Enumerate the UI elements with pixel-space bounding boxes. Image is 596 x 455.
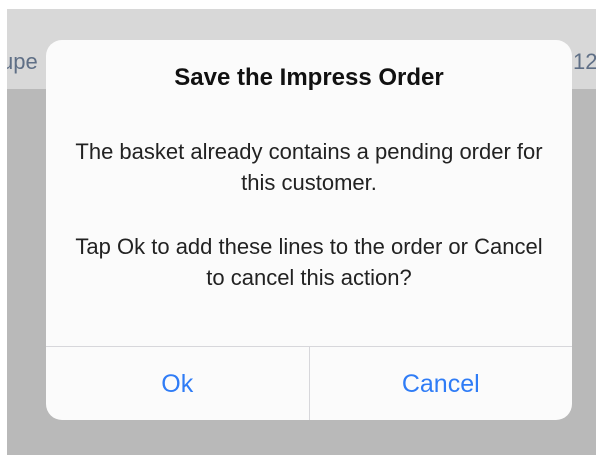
- screen: upe 12 Save the Impress Order The basket…: [0, 0, 596, 455]
- message-pending-order: The basket already contains a pending or…: [75, 139, 543, 195]
- dialog-button-row: Ok Cancel: [46, 346, 572, 420]
- background-text-right: 12: [573, 49, 596, 74]
- dialog-title: Save the Impress Order: [174, 64, 444, 91]
- cancel-button[interactable]: Cancel: [308, 347, 573, 420]
- message-instruction: Tap Ok to add these lines to the order o…: [75, 234, 543, 290]
- ok-button[interactable]: Ok: [46, 347, 309, 420]
- alert-dialog: Save the Impress Order The basket alread…: [46, 40, 572, 420]
- dialog-message: The basket already contains a pending or…: [66, 136, 552, 293]
- background-text-left: upe: [7, 49, 38, 74]
